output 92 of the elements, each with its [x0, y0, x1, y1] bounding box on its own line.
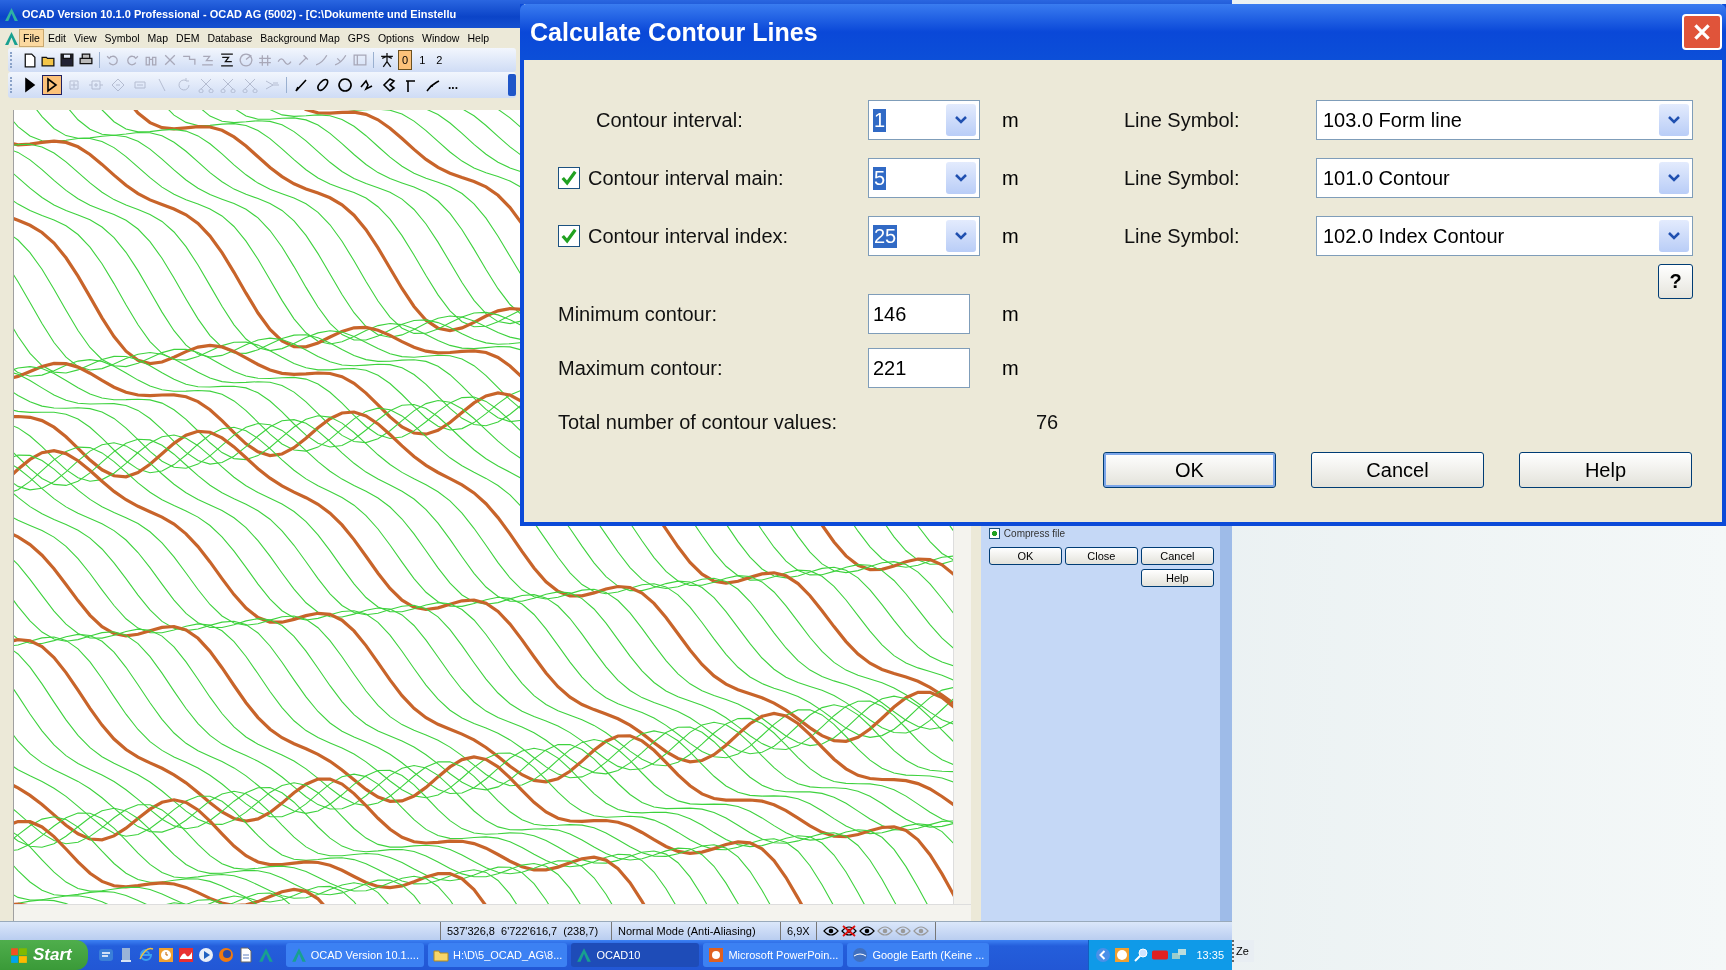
windows-logo-icon	[10, 946, 28, 964]
clock-icon[interactable]	[157, 947, 174, 963]
logo-icon	[290, 947, 307, 963]
close-icon	[1691, 21, 1713, 43]
dialog-button[interactable]: OK	[1103, 452, 1276, 488]
magnifier-icon[interactable]	[1133, 947, 1150, 963]
field-label: Contour interval index:	[588, 224, 789, 248]
unit-label: m	[1001, 356, 1020, 380]
checkbox-label: Compress file	[1003, 528, 1065, 539]
menu-item[interactable]: Symbol	[100, 29, 144, 47]
toolbar-overflow-button[interactable]	[508, 74, 516, 96]
window-title: OCAD Version 10.1.0 Professional - OCAD AG (5002) - [C:\Dokumente und Einstellu	[22, 8, 457, 20]
input-field[interactable]: 221	[868, 348, 970, 388]
field-label: Total number of contour values:	[558, 410, 838, 434]
toolbar-grip[interactable]	[10, 77, 15, 93]
line-symbol-dropdown[interactable]: 103.0 Form line	[1316, 100, 1693, 140]
taskbar-button[interactable]: Google Earth (Keine ...	[847, 943, 990, 967]
save-icon[interactable]	[59, 52, 75, 68]
menu-item[interactable]: GPS	[343, 29, 374, 47]
menu-item[interactable]: Database	[203, 29, 257, 47]
menu-item[interactable]: Map	[143, 29, 173, 47]
menu-item[interactable]: Help	[463, 29, 494, 47]
interval-dropdown[interactable]: 25	[868, 216, 980, 256]
globe-icon	[852, 947, 869, 963]
email-icon[interactable]	[97, 947, 114, 963]
document-icon[interactable]	[237, 947, 254, 963]
eye-icon[interactable]	[858, 925, 875, 937]
dialog-title: Calculate Contour Lines	[530, 17, 818, 47]
checkbox[interactable]	[988, 528, 1000, 539]
input-field[interactable]: 146	[868, 294, 970, 334]
firefox-icon[interactable]	[217, 947, 234, 963]
dialog-button[interactable]: Cancel	[1311, 452, 1484, 488]
logo-icon	[4, 30, 19, 46]
help-button[interactable]: ?	[1658, 264, 1693, 299]
step-icon[interactable]	[219, 52, 235, 68]
line-symbol-dropdown[interactable]: 101.0 Contour	[1316, 158, 1693, 198]
menu-item[interactable]: Edit	[43, 29, 70, 47]
unit-label: m	[1001, 108, 1020, 132]
checkbox[interactable]	[558, 167, 580, 189]
toolbar-grip[interactable]	[10, 52, 15, 68]
taskbar-button[interactable]: H:\D\5_OCAD_AG\8...	[427, 943, 568, 967]
presentation-icon	[708, 947, 725, 963]
logo-icon	[4, 6, 19, 22]
media-player-icon[interactable]	[197, 947, 214, 963]
folder-icon	[432, 947, 449, 963]
field-label: Maximum contour:	[558, 356, 723, 380]
menu-item[interactable]: Window	[418, 29, 464, 47]
checkbox[interactable]	[558, 225, 580, 247]
panel-button[interactable]: OK	[988, 547, 1062, 565]
field-label: Line Symbol:	[1124, 108, 1241, 132]
map-icon[interactable]	[177, 947, 194, 963]
browser-icon[interactable]	[137, 947, 154, 963]
menu-item[interactable]: Options	[373, 29, 419, 47]
dialog-button[interactable]: Help	[1519, 452, 1692, 488]
person-icon[interactable]	[379, 52, 395, 68]
horizontal-scrollbar[interactable]	[13, 904, 971, 921]
field-label: Minimum contour:	[558, 302, 717, 326]
close-button[interactable]	[1682, 14, 1722, 50]
total-value: 76	[1035, 410, 1060, 434]
eye-crossed-icon[interactable]	[840, 925, 857, 937]
menu-item[interactable]: View	[70, 29, 101, 47]
field-label: Line Symbol:	[1124, 166, 1241, 190]
layer-button[interactable]: 2	[432, 50, 447, 70]
unit-label: m	[1001, 166, 1020, 190]
unit-label: m	[1001, 302, 1020, 326]
clock-icon[interactable]	[1114, 947, 1131, 963]
layer-button[interactable]: 0	[398, 50, 413, 70]
interval-dropdown[interactable]: 5	[868, 158, 980, 198]
field-label: Contour interval main:	[588, 166, 784, 190]
more-tools-button[interactable]: ...	[445, 78, 461, 92]
checkmark-icon	[559, 226, 579, 246]
field-label: Contour interval:	[595, 108, 743, 132]
unit-label: m	[1001, 224, 1020, 248]
menu-item[interactable]: Background Map	[256, 29, 344, 47]
line-symbol-dropdown[interactable]: 102.0 Index Contour	[1316, 216, 1693, 256]
toolbar-label: Ze	[1235, 945, 1249, 957]
field-label: Line Symbol:	[1124, 224, 1241, 248]
panel-button[interactable]: Help	[1140, 569, 1214, 587]
checkmark-icon	[559, 168, 579, 188]
chevron-left-icon[interactable]	[1095, 947, 1112, 963]
eye-icon[interactable]	[822, 925, 839, 937]
panel-button[interactable]: Close	[1064, 547, 1138, 565]
menu-item[interactable]: DEM	[172, 29, 204, 47]
panel-button[interactable]: Cancel	[1140, 547, 1214, 565]
interval-dropdown[interactable]: 1	[868, 100, 980, 140]
taskbar-button[interactable]: OCAD10	[571, 943, 700, 967]
clock-text: 13:35	[1196, 949, 1224, 961]
taskbar-button[interactable]: Microsoft PowerPoin...	[703, 943, 844, 967]
menu-item[interactable]: File	[19, 29, 44, 47]
layer-button[interactable]: 1	[415, 50, 430, 70]
taskbar-button[interactable]: OCAD Version 10.1....	[285, 943, 424, 967]
logo-icon	[576, 947, 593, 963]
